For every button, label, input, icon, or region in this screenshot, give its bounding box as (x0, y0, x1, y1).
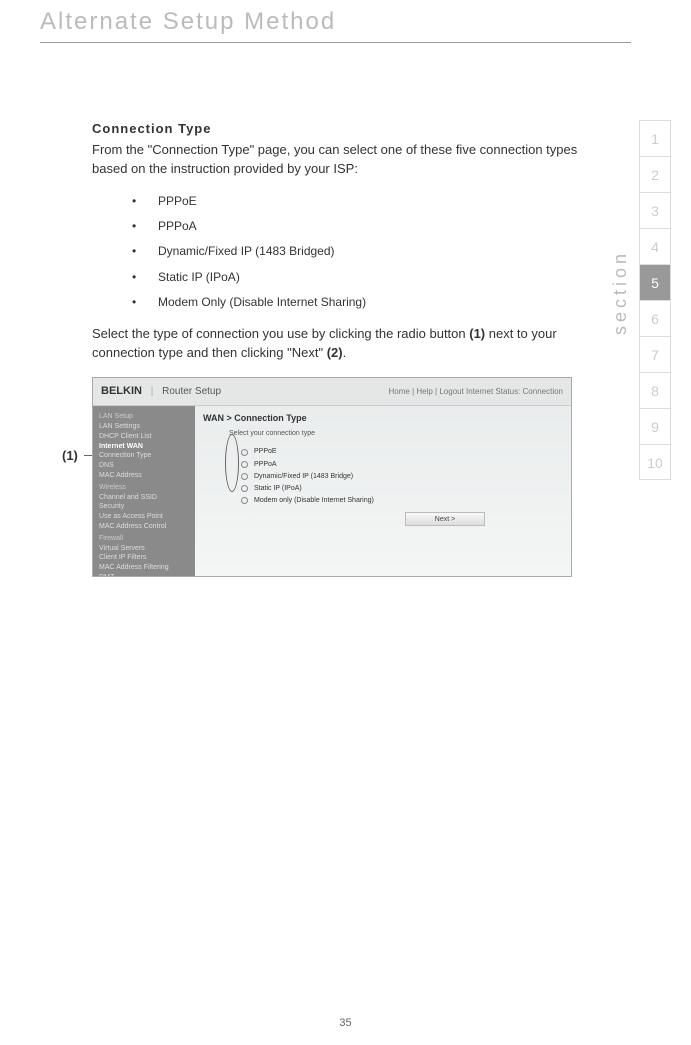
section-tab[interactable]: 10 (639, 444, 671, 480)
sidebar-item[interactable]: LAN Settings (99, 422, 189, 432)
section-tab[interactable]: 3 (639, 192, 671, 228)
sidebar-item[interactable]: Channel and SSID (99, 493, 189, 503)
ss-option[interactable]: Modem only (Disable Internet Sharing) (241, 496, 563, 506)
page-number: 35 (0, 1017, 691, 1029)
sidebar-item[interactable]: Connection Type (99, 451, 189, 461)
bullet-item: Static IP (IPoA) (132, 269, 582, 286)
ref-2: (2) (327, 345, 343, 360)
heading-connection-type: Connection Type (92, 120, 582, 139)
radio-icon[interactable] (241, 449, 248, 456)
bullet-item: PPPoA (132, 218, 582, 235)
section-tab-active[interactable]: 5 (639, 264, 671, 300)
radio-icon[interactable] (241, 473, 248, 480)
sidebar-item[interactable]: Client IP Filters (99, 553, 189, 563)
ss-logo: BELKIN (101, 385, 142, 397)
section-tabs: 1 2 3 4 5 6 7 8 9 10 (639, 120, 671, 480)
ss-option-label: PPPoE (254, 447, 277, 457)
select-text-a: Select the type of connection you use by… (92, 326, 469, 341)
sidebar-item[interactable]: Wireless (99, 483, 189, 493)
next-button[interactable]: Next > (405, 512, 485, 526)
sidebar-item[interactable]: Firewall (99, 534, 189, 544)
bullet-item: Modem Only (Disable Internet Sharing) (132, 294, 582, 311)
bullet-item: Dynamic/Fixed IP (1483 Bridged) (132, 243, 582, 260)
callout-1-label: (1) (62, 447, 78, 466)
section-tab[interactable]: 8 (639, 372, 671, 408)
ss-app-title: Router Setup (162, 386, 221, 397)
radio-icon[interactable] (241, 497, 248, 504)
ss-header: BELKIN | Router Setup Home | Help | Logo… (93, 378, 571, 406)
sidebar-item[interactable]: MAC Address Filtering (99, 563, 189, 573)
radio-icon[interactable] (241, 461, 248, 468)
select-text-c: . (343, 345, 347, 360)
section-tab[interactable]: 6 (639, 300, 671, 336)
router-screenshot: BELKIN | Router Setup Home | Help | Logo… (92, 377, 572, 577)
ss-option-label: Modem only (Disable Internet Sharing) (254, 496, 374, 506)
page-title: Alternate Setup Method (40, 8, 336, 36)
section-label: section (610, 250, 631, 335)
ss-meta-links: Home | Help | Logout Internet Status: Co… (389, 386, 563, 398)
sidebar-item[interactable]: DNS (99, 461, 189, 471)
sidebar-item[interactable]: Use as Access Point (99, 512, 189, 522)
bullet-item: PPPoE (132, 193, 582, 210)
bullet-list: PPPoE PPPoA Dynamic/Fixed IP (1483 Bridg… (132, 193, 582, 312)
ss-body: LAN Setup LAN Settings DHCP Client List … (93, 406, 571, 577)
ss-options: PPPoE PPPoA Dynamic/Fixed IP (1483 Bridg… (241, 447, 563, 506)
ss-option[interactable]: Dynamic/Fixed IP (1483 Bridge) (241, 472, 563, 482)
ss-option[interactable]: PPPoE (241, 447, 563, 457)
ref-1: (1) (469, 326, 485, 341)
ss-option-label: Dynamic/Fixed IP (1483 Bridge) (254, 472, 353, 482)
intro-text-a: From the "Connection Type" page, you can… (92, 142, 480, 157)
sidebar-item-active[interactable]: Internet WAN (99, 442, 189, 452)
sidebar-item[interactable]: DHCP Client List (99, 432, 189, 442)
intro-paragraph: From the "Connection Type" page, you can… (92, 141, 582, 179)
section-tab[interactable]: 7 (639, 336, 671, 372)
select-paragraph: Select the type of connection you use by… (92, 325, 582, 363)
ss-brand: BELKIN | Router Setup (101, 384, 221, 400)
section-tab[interactable]: 9 (639, 408, 671, 444)
sidebar-item[interactable]: DMZ (99, 573, 189, 577)
ss-option[interactable]: PPPoA (241, 460, 563, 470)
sidebar-item[interactable]: LAN Setup (99, 412, 189, 422)
section-tab[interactable]: 2 (639, 156, 671, 192)
radio-icon[interactable] (241, 485, 248, 492)
sidebar-item[interactable]: MAC Address (99, 471, 189, 481)
section-tab[interactable]: 4 (639, 228, 671, 264)
sidebar-item[interactable]: Security (99, 502, 189, 512)
ss-option-label: PPPoA (254, 460, 277, 470)
sidebar-item[interactable]: Virtual Servers (99, 544, 189, 554)
ss-sidebar: LAN Setup LAN Settings DHCP Client List … (93, 406, 195, 577)
ss-breadcrumb: WAN > Connection Type (203, 412, 563, 425)
ss-main: WAN > Connection Type Select your connec… (195, 406, 571, 577)
ss-option-label: Static IP (IPoA) (254, 484, 302, 494)
title-rule (40, 42, 631, 43)
section-tab[interactable]: 1 (639, 120, 671, 156)
ss-subtext: Select your connection type (229, 429, 563, 439)
ss-sep: | (151, 386, 154, 397)
content-block: Connection Type From the "Connection Typ… (92, 120, 582, 577)
sidebar-item[interactable]: MAC Address Control (99, 522, 189, 532)
ss-option[interactable]: Static IP (IPoA) (241, 484, 563, 494)
